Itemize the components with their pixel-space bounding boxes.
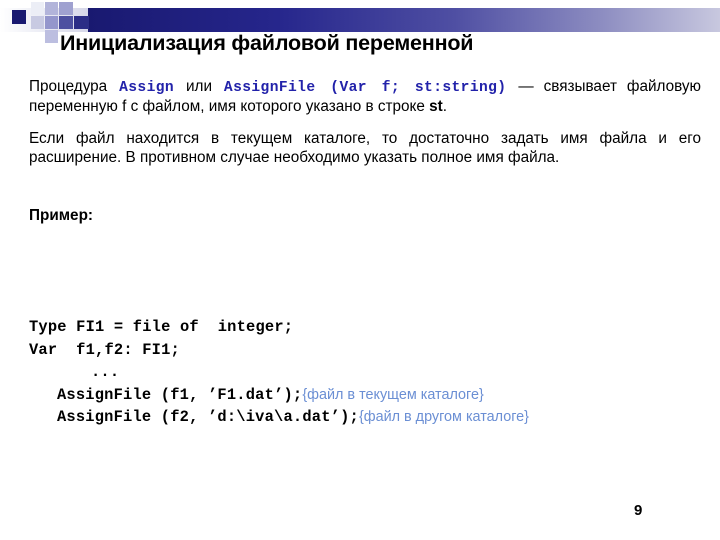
decor-square [45,30,58,43]
example-label: Пример: [29,207,94,225]
code-block: Type FI1 = file of integer; Var f1,f2: F… [29,316,709,429]
code-2-comment: {файл в другом каталоге} [358,409,529,425]
p1-text-1: Процедура [29,78,118,95]
decor-square [45,16,58,29]
slide-number: 9 [634,502,643,519]
decor-square [59,16,73,29]
code-line-type: Type FI1 = file of integer; [29,318,294,336]
header-band-gradient [88,8,720,32]
decor-square [12,10,26,24]
code-1-text: AssignFile (f1, ’F1.dat’); [57,385,303,404]
slide-body: Процедура Assign или AssignFile (Var f; … [29,78,701,225]
p1-bold-st: st [429,97,443,115]
code-line-var: Var f1,f2: FI1; [29,340,180,359]
decor-square [59,2,73,15]
p1-code-assign: Assign [119,80,175,96]
code-line-assignfile-1: AssignFile (f1, ’F1.dat’);{файл в текуще… [29,384,709,407]
decor-square [45,2,58,15]
code-2-text: AssignFile (f2, ’d:\iva\a.dat’); [57,408,359,426]
code-1-comment: {файл в текущем каталоге} [302,386,484,403]
paragraph-1: Процедура Assign или AssignFile (Var f; … [29,78,701,116]
p1-text-4: . [442,97,448,115]
decor-square [74,16,89,29]
slide-title: Инициализация файловой переменной [60,31,474,55]
p1-text-2: или [176,78,222,95]
decor-square [31,2,44,15]
code-line-ellipsis: ... [91,363,120,381]
decor-square [31,16,44,29]
paragraph-2: Если файл находится в текущем каталоге, … [29,130,701,166]
code-line-assignfile-2: AssignFile (f2, ’d:\iva\a.dat’);{файл в … [29,406,709,429]
p1-code-assignfile: AssignFile (Var f; st:string) [223,80,507,96]
